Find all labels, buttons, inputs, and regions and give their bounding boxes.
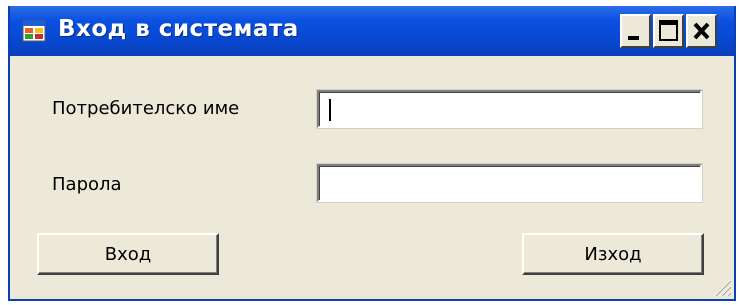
login-window: Вход в системата Потребителско име Парол…	[8, 6, 736, 301]
password-label: Парола	[52, 174, 122, 195]
title-bar[interactable]: Вход в системата	[10, 6, 734, 56]
minimize-icon	[628, 36, 639, 40]
maximize-icon	[659, 20, 678, 41]
username-input[interactable]	[317, 90, 702, 128]
maximize-button[interactable]	[653, 14, 684, 48]
close-button[interactable]	[686, 14, 717, 48]
login-button[interactable]: Вход	[37, 233, 219, 275]
text-caret	[329, 99, 331, 121]
resize-grip-icon[interactable]	[710, 275, 732, 297]
username-label: Потребителско име	[52, 98, 240, 119]
exit-button[interactable]: Изход	[522, 233, 704, 275]
close-icon	[693, 22, 710, 40]
password-input[interactable]	[317, 164, 702, 202]
minimize-button[interactable]	[620, 14, 651, 48]
window-title: Вход в системата	[58, 16, 299, 42]
app-window-icon	[22, 19, 46, 43]
